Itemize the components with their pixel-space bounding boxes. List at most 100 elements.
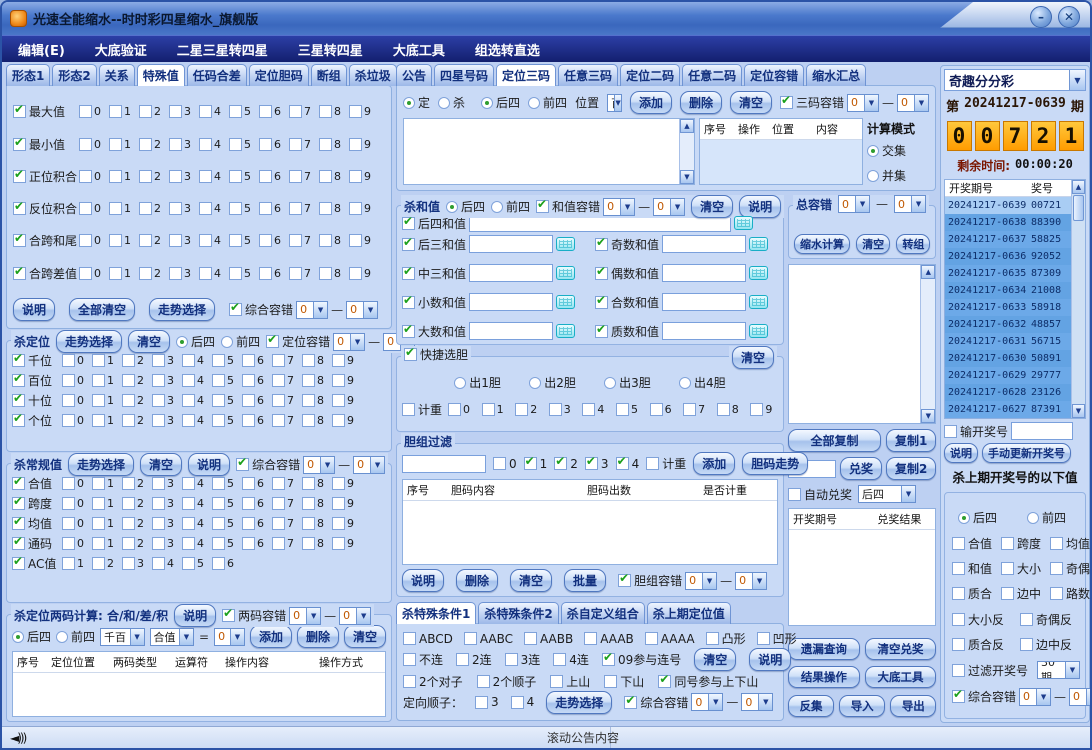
num-2-checkbox[interactable] [139,267,152,280]
num-9-checkbox[interactable] [332,517,345,530]
position-tolerance-from-dropdown[interactable]: 0 [333,333,365,351]
num-4-checkbox[interactable] [182,354,195,367]
three-code-tolerance-from-dropdown[interactable]: 0 [847,94,879,112]
sum-right-row-2-input[interactable] [662,293,746,311]
kill-last-check-1-2[interactable] [1050,562,1063,575]
kill-last-check-2-2[interactable] [1050,587,1063,600]
sum-left-row-0-input[interactable] [469,235,553,253]
dan-group-tolerance-from-dropdown[interactable]: 0 [685,572,717,590]
menu-item-0[interactable]: 编辑(E) [18,40,65,59]
quick-dan[interactable] [404,348,417,361]
scroll-down-icon[interactable] [1072,404,1085,418]
dan-filter-check-3[interactable] [585,457,598,470]
shape-tolerance-checkbox[interactable] [229,303,242,316]
middle-tab-6[interactable]: 定位容错 [744,64,804,86]
draw-row[interactable]: 20241217-063358918 [945,299,1071,316]
shape-tolerance-to-dropdown[interactable]: 0 [346,301,378,319]
keyboard-icon[interactable] [556,266,575,280]
kill-last-check-3-1[interactable] [1020,613,1033,626]
help-button[interactable]: 说明 [739,195,781,218]
num-1-checkbox[interactable] [92,354,105,367]
num-1-checkbox[interactable] [62,557,75,570]
sum-left-row-2-input[interactable] [469,293,553,311]
straight-check-1[interactable] [511,696,524,709]
num-7-checkbox[interactable] [272,414,285,427]
num-9-checkbox[interactable] [349,170,362,183]
num-6-checkbox[interactable] [242,497,255,510]
help-button[interactable]: 说明 [944,443,978,463]
num-4-checkbox[interactable] [182,477,195,490]
kill-sum-range-radio-1[interactable] [491,201,503,213]
num-2-checkbox[interactable] [122,374,135,387]
num-5-checkbox[interactable] [212,537,225,550]
kill-regular-row-checkbox[interactable] [12,497,25,510]
copy-2-button[interactable]: 复制2 [886,457,936,480]
kill-last-check-0-0[interactable] [952,537,965,550]
trend-select-button[interactable]: 走势选择 [68,453,134,476]
shape-row-checkbox[interactable] [13,202,26,215]
num-6-checkbox[interactable] [242,414,255,427]
two-code-range-radio-0[interactable] [12,631,24,643]
three-code-range-radio-1[interactable] [528,97,540,109]
num-3-checkbox[interactable] [122,557,135,570]
num-2-checkbox[interactable] [122,517,135,530]
shape-row-checkbox[interactable] [13,234,26,247]
num-5-checkbox[interactable] [212,477,225,490]
draw-row[interactable]: 20241217-062929777 [945,367,1071,384]
num-0-checkbox[interactable] [79,234,92,247]
filter-draw[interactable] [952,664,965,677]
num-0-checkbox[interactable] [79,267,92,280]
num-7-checkbox[interactable] [289,138,302,151]
kill-regular-row-checkbox[interactable] [12,557,25,570]
menu-item-5[interactable]: 组选转直选 [475,40,540,59]
clear-all-button[interactable]: 全部清空 [69,298,135,321]
num-5-checkbox[interactable] [212,497,225,510]
consecutive-check-1[interactable] [456,653,469,666]
draw-row[interactable]: 20241217-063692052 [945,248,1071,265]
num-4-checkbox[interactable] [182,374,195,387]
num-0-checkbox[interactable] [62,374,75,387]
num-6-checkbox[interactable] [242,537,255,550]
export-button[interactable]: 导出 [890,695,936,717]
num-4-checkbox[interactable] [182,537,195,550]
num-5-checkbox[interactable] [212,394,225,407]
num-8-checkbox[interactable] [302,477,315,490]
special-tab-0[interactable]: 杀特殊条件1 [396,602,476,624]
to-group-button[interactable]: 转组 [896,234,930,254]
num-5-checkbox[interactable] [229,138,242,151]
num-1-checkbox[interactable] [109,170,122,183]
draw-row[interactable]: 20241217-063156715 [945,333,1071,350]
scrollbar-thumb[interactable] [1073,195,1084,221]
num-2-checkbox[interactable] [122,497,135,510]
total-tolerance-from-dropdown[interactable]: 0 [838,195,870,213]
num-0-checkbox[interactable] [62,517,75,530]
scroll-down-icon[interactable] [921,409,935,423]
special-tab-3[interactable]: 杀上期定位值 [647,602,731,624]
left-tab-7[interactable]: 杀垃圾 [349,64,397,86]
help-button[interactable]: 说明 [174,604,216,627]
draw-row[interactable]: 20241217-063758825 [945,231,1071,248]
num-9-checkbox[interactable] [332,497,345,510]
num-9-checkbox[interactable] [332,374,345,387]
two-code-tolerance-to-dropdown[interactable]: 0 [339,607,371,625]
num-7-checkbox[interactable] [289,202,302,215]
num-7-checkbox[interactable] [272,354,285,367]
num-2-checkbox[interactable] [139,138,152,151]
mode-radio-0[interactable] [403,97,415,109]
num-6-checkbox[interactable] [242,374,255,387]
shape-check-1[interactable] [477,675,490,688]
num-1-checkbox[interactable] [92,497,105,510]
dan-filter-check-1[interactable] [524,457,537,470]
regular-tolerance-to-dropdown[interactable]: 0 [353,456,385,474]
dan-group-tolerance-to-dropdown[interactable]: 0 [735,572,767,590]
num-1-checkbox[interactable] [109,202,122,215]
keyboard-icon[interactable] [749,266,768,280]
num-8-checkbox[interactable] [319,138,332,151]
num-3-checkbox[interactable] [169,170,182,183]
copy-all-button[interactable]: 全部复制 [788,429,881,452]
trend-select-button[interactable]: 走势选择 [546,691,612,714]
redeem-button[interactable]: 兑奖 [840,457,882,480]
num-1-checkbox[interactable] [92,394,105,407]
scroll-up-icon[interactable] [1072,180,1085,194]
shape-tolerance-from-dropdown[interactable]: 0 [296,301,328,319]
